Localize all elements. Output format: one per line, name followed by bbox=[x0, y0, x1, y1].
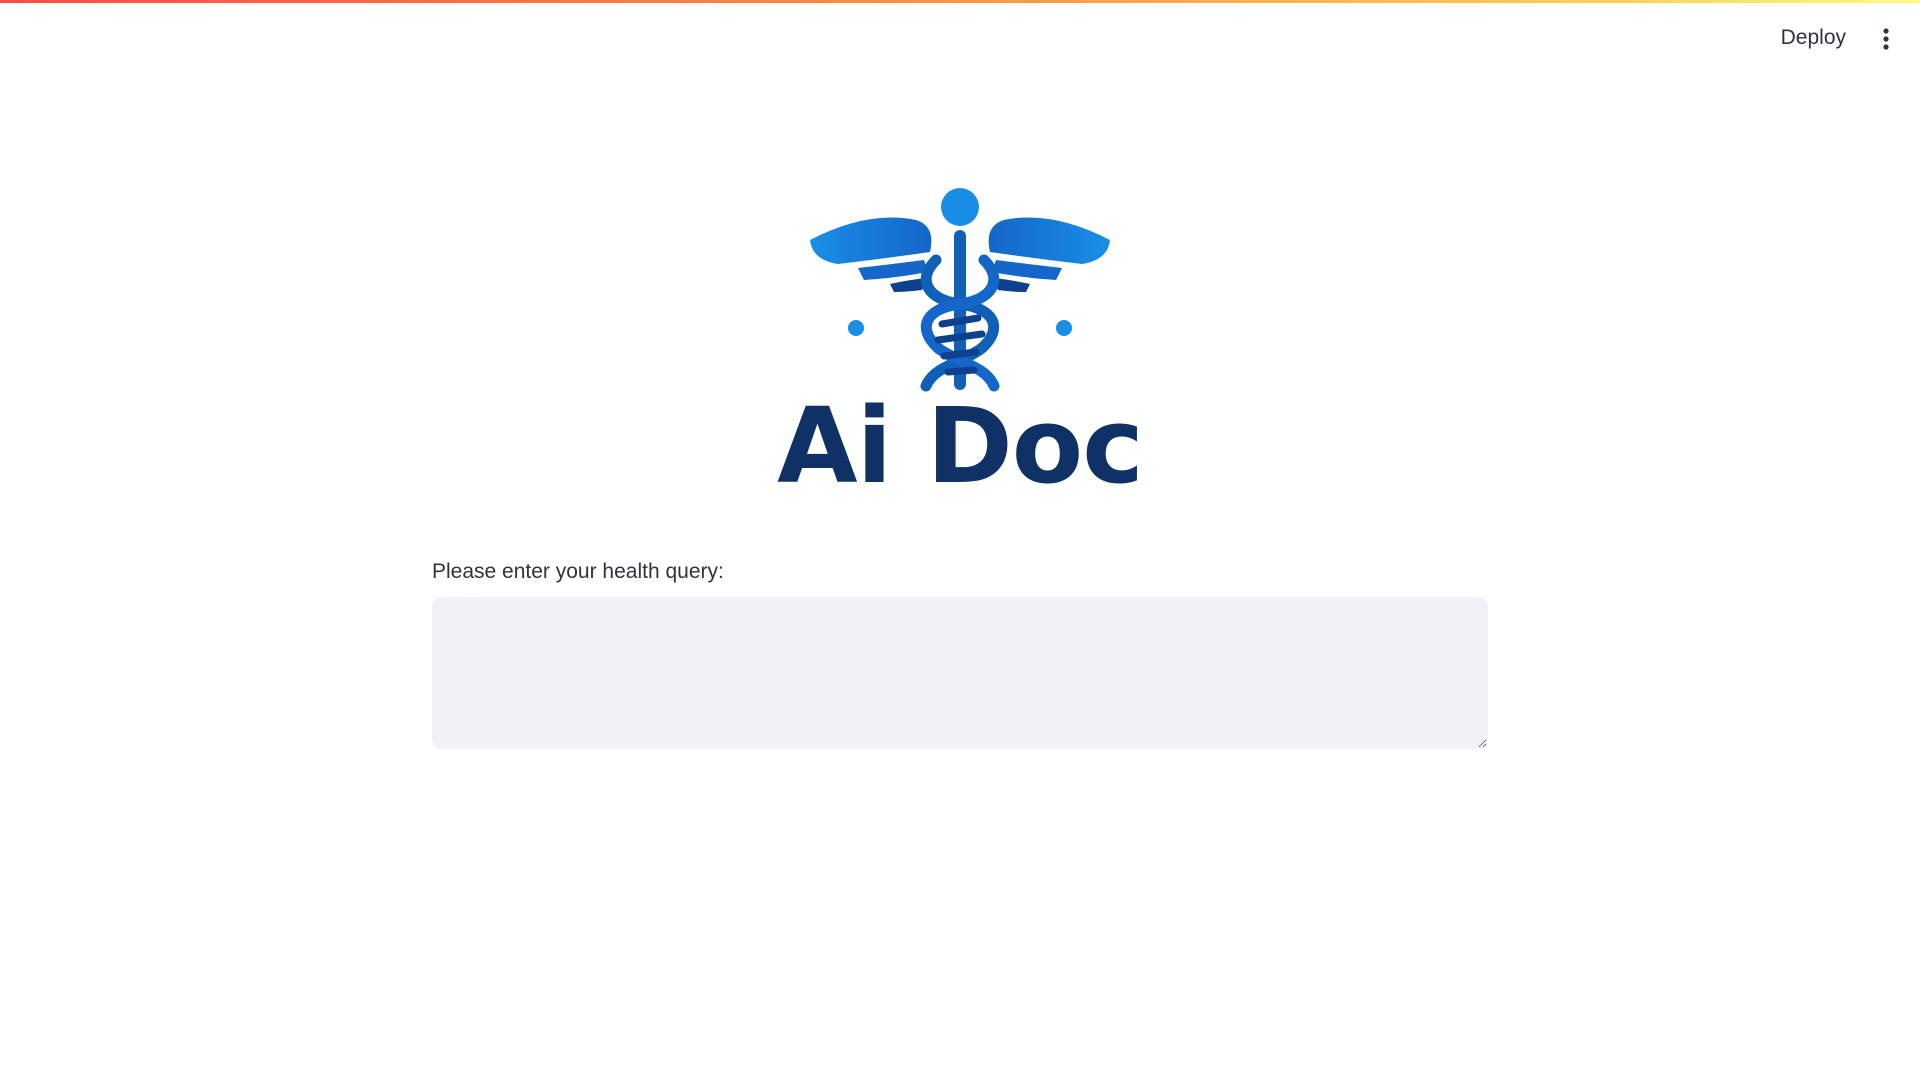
health-query-input[interactable] bbox=[432, 597, 1488, 749]
main-menu-button[interactable] bbox=[1868, 21, 1904, 57]
caduceus-dna-icon bbox=[810, 188, 1110, 392]
app-logo: Ai Doc bbox=[432, 180, 1488, 510]
more-vertical-icon bbox=[1883, 28, 1889, 50]
deploy-button[interactable]: Deploy bbox=[1769, 19, 1858, 57]
logo-wordmark: Ai Doc bbox=[777, 385, 1144, 507]
query-label: Please enter your health query: bbox=[432, 560, 724, 583]
app-header: Deploy bbox=[0, 3, 1920, 71]
